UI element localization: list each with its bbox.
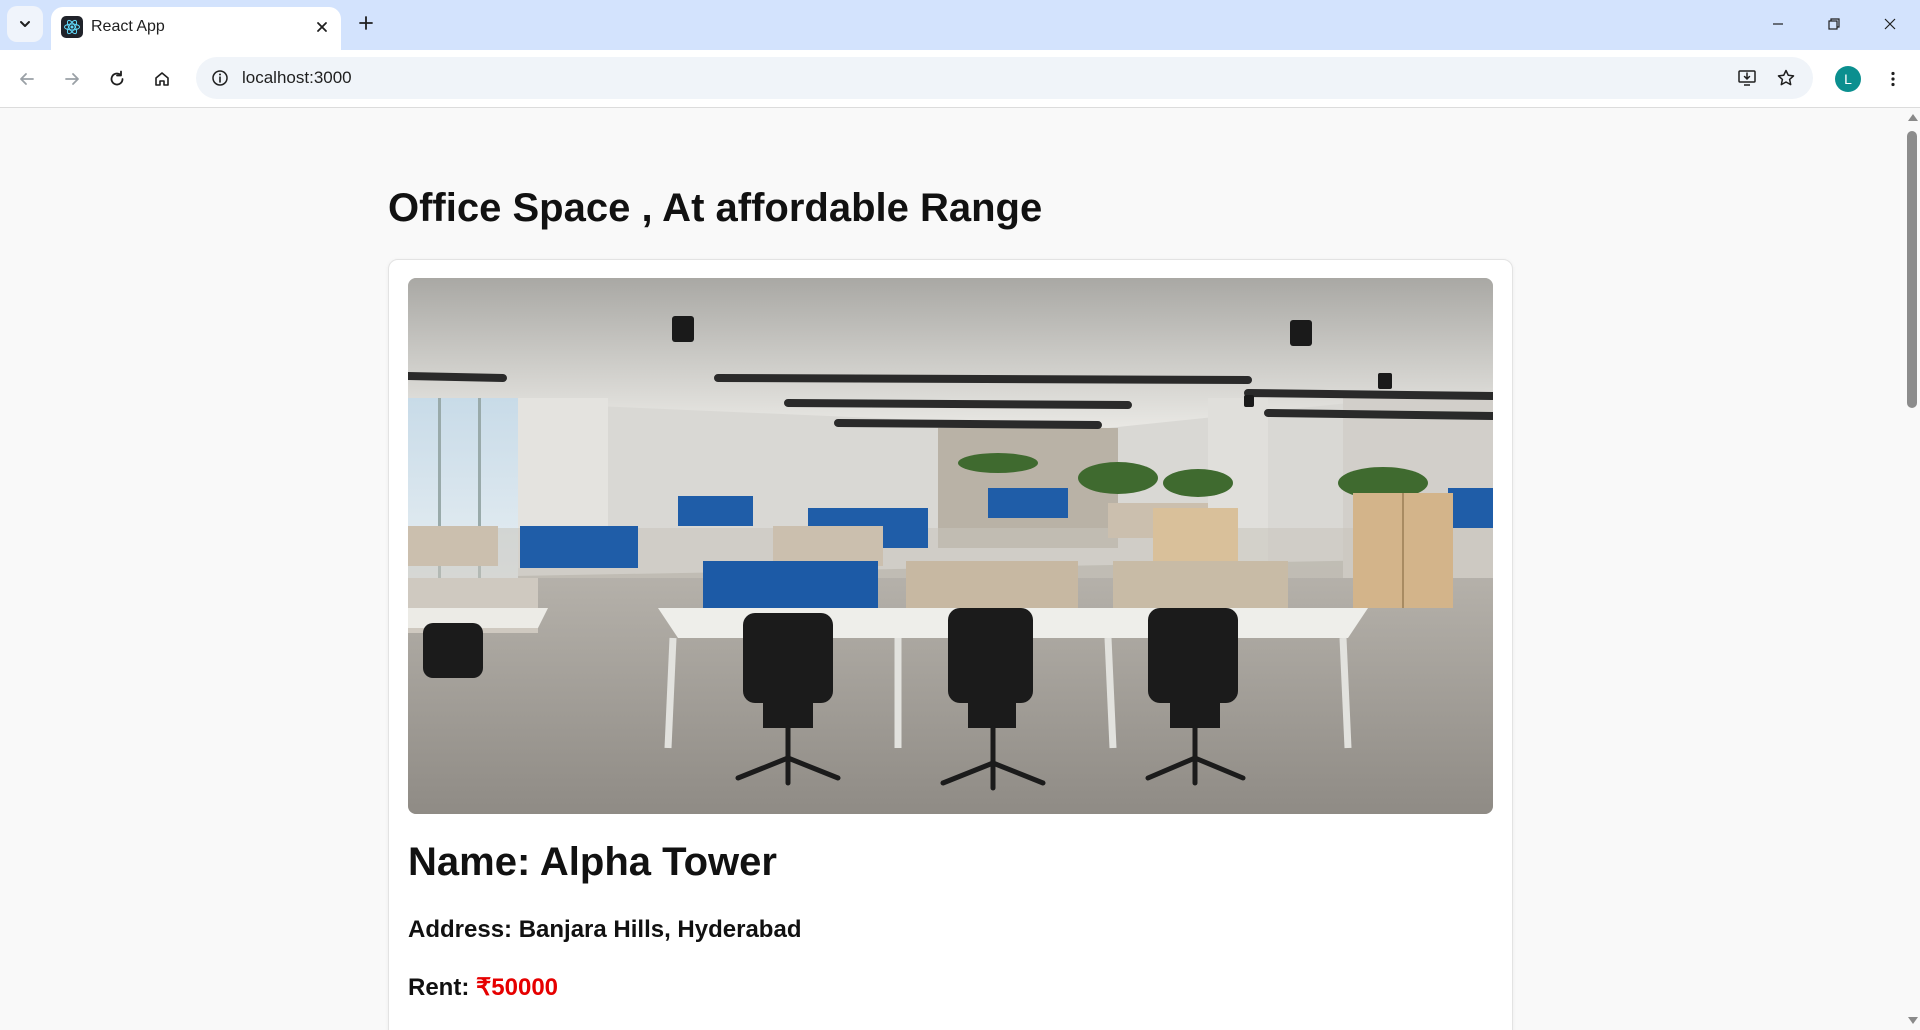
- address-value: Banjara Hills, Hyderabad: [518, 916, 802, 943]
- scroll-up-arrow[interactable]: [1908, 114, 1918, 121]
- rent-value: ₹50000: [476, 974, 559, 1001]
- tab-title: React App: [91, 18, 165, 35]
- install-app-button[interactable]: [1731, 62, 1763, 94]
- restore-button[interactable]: [1806, 0, 1862, 48]
- forward-button[interactable]: [55, 62, 89, 96]
- plus-icon: [359, 16, 373, 30]
- address-label: Address:: [408, 916, 513, 943]
- office-address: Address: Banjara Hills, Hyderabad: [408, 916, 801, 944]
- active-tab[interactable]: React App: [51, 7, 341, 50]
- info-icon: [212, 70, 228, 86]
- page-scrollbar[interactable]: [1904, 108, 1920, 1030]
- reload-button[interactable]: [100, 62, 134, 96]
- scroll-down-arrow[interactable]: [1908, 1017, 1918, 1024]
- bookmark-button[interactable]: [1770, 62, 1802, 94]
- office-rent: Rent: ₹50000: [408, 973, 558, 1002]
- close-icon: [1884, 18, 1896, 30]
- profile-avatar[interactable]: L: [1835, 66, 1861, 92]
- scroll-thumb[interactable]: [1907, 131, 1917, 408]
- tab-close-button[interactable]: [309, 14, 335, 40]
- home-icon: [155, 72, 169, 86]
- reload-icon: [110, 70, 124, 86]
- office-interior-illustration: [408, 278, 1493, 814]
- tab-strip: React App: [0, 0, 1920, 50]
- star-icon: [1777, 69, 1795, 86]
- arrow-right-icon: [65, 73, 79, 85]
- rent-label: Rent:: [408, 974, 470, 1001]
- office-card: Name: Alpha Tower Address: Banjara Hills…: [388, 259, 1513, 1030]
- restore-icon: [1828, 18, 1840, 30]
- site-info-button[interactable]: [204, 62, 236, 94]
- chevron-down-icon: [20, 21, 30, 27]
- home-button[interactable]: [145, 62, 179, 96]
- new-tab-button[interactable]: [351, 8, 381, 38]
- tab-search-button[interactable]: [7, 6, 43, 42]
- page-heading: Office Space , At affordable Range: [388, 186, 1043, 230]
- minimize-button[interactable]: [1750, 0, 1806, 48]
- office-name: Name: Alpha Tower: [408, 840, 777, 884]
- url-text[interactable]: localhost:3000: [242, 68, 352, 88]
- minimize-icon: [1773, 23, 1783, 25]
- back-button[interactable]: [10, 62, 44, 96]
- browser-toolbar: localhost:3000 L: [0, 50, 1920, 108]
- close-window-button[interactable]: [1862, 0, 1918, 48]
- kebab-menu-icon: [1891, 71, 1895, 87]
- browser-menu-button[interactable]: [1876, 62, 1910, 96]
- close-icon: [317, 22, 327, 32]
- page-viewport: Office Space , At affordable Range Name:…: [0, 108, 1904, 1030]
- office-image: [408, 278, 1493, 814]
- install-icon: [1738, 70, 1756, 86]
- address-bar[interactable]: localhost:3000: [196, 57, 1813, 99]
- arrow-left-icon: [20, 73, 34, 85]
- react-atom-icon: [61, 16, 83, 38]
